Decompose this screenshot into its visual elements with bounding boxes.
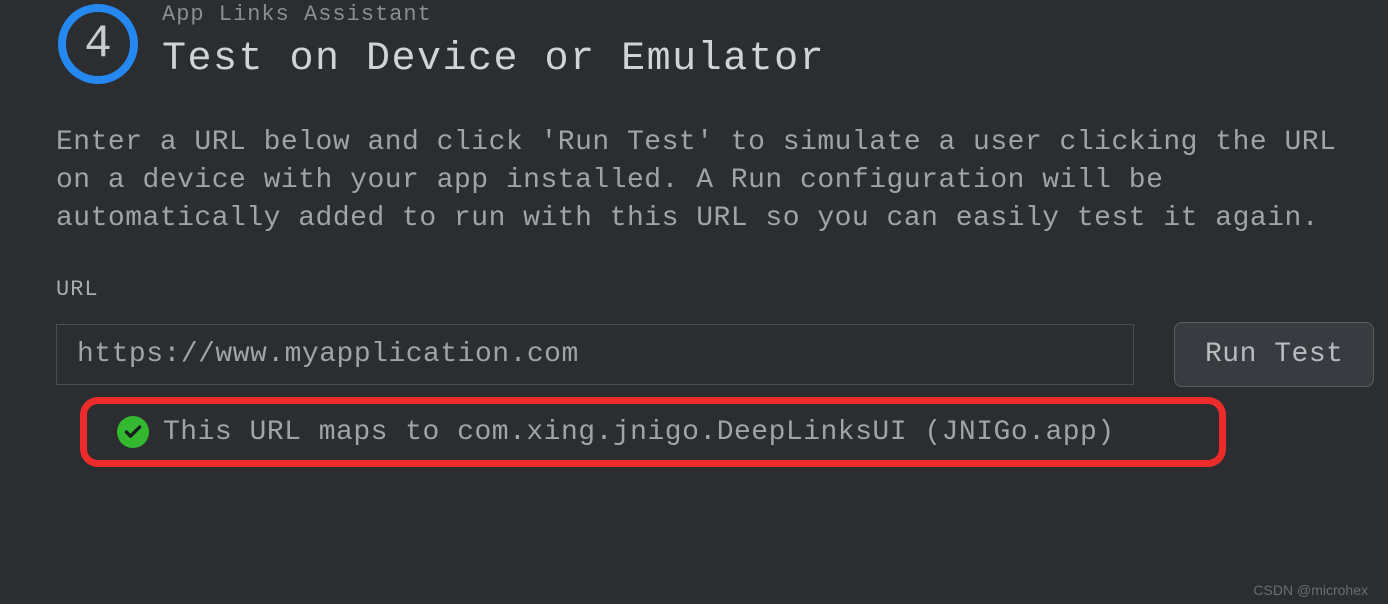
watermark-text: CSDN @microhex [1253,582,1368,598]
page-title: Test on Device or Emulator [162,37,1388,82]
url-section: URL Run Test This URL maps to com.xing.j… [0,237,1388,467]
run-test-button[interactable]: Run Test [1174,322,1374,387]
header-section: 4 App Links Assistant Test on Device or … [0,0,1388,84]
url-label: URL [56,277,1388,302]
url-input[interactable] [56,324,1134,385]
url-input-row: Run Test [56,322,1388,387]
step-badge: 4 [58,4,138,84]
success-check-icon [117,416,149,448]
result-highlight-box: This URL maps to com.xing.jnigo.DeepLink… [80,397,1226,467]
description-text: Enter a URL below and click 'Run Test' t… [0,84,1388,237]
step-number: 4 [84,18,112,70]
result-message: This URL maps to com.xing.jnigo.DeepLink… [163,417,1115,448]
breadcrumb: App Links Assistant [162,2,1388,27]
header-text: App Links Assistant Test on Device or Em… [162,0,1388,82]
